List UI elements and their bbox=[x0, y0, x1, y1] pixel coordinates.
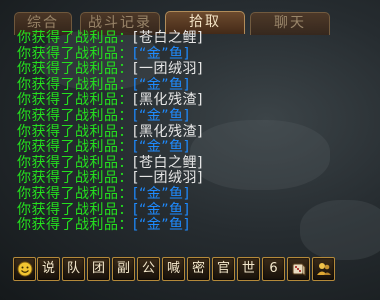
loot-message: 你获得了战利品：[“金”鱼] bbox=[17, 107, 357, 125]
loot-item-link[interactable]: [“金”鱼] bbox=[133, 217, 189, 233]
loot-item-link[interactable]: [“金”鱼] bbox=[133, 46, 189, 62]
loot-item-link[interactable]: [“金”鱼] bbox=[133, 77, 189, 93]
loot-item-link[interactable]: [黑化残渣] bbox=[133, 124, 203, 140]
chat-channel-bar: 说队团副公喊密官世6 bbox=[13, 257, 353, 281]
emote-button[interactable] bbox=[13, 257, 36, 281]
world-button[interactable]: 世 bbox=[237, 257, 260, 281]
loot-prefix: 你获得了战利品： bbox=[17, 76, 133, 93]
loot-item-link[interactable]: [一团绒羽] bbox=[133, 170, 203, 187]
loot-item-link[interactable]: [“金”鱼] bbox=[133, 186, 189, 202]
whisper-button[interactable]: 密 bbox=[187, 257, 210, 281]
smiley-icon bbox=[14, 261, 35, 277]
loot-item-link[interactable]: [“金”鱼] bbox=[133, 202, 189, 218]
loot-prefix: 你获得了战利品： bbox=[17, 139, 133, 156]
say-button[interactable]: 说 bbox=[37, 257, 60, 281]
officer-button[interactable]: 官 bbox=[212, 257, 235, 281]
loot-message: 你获得了战利品：[苍白之鲤] bbox=[17, 154, 357, 172]
loot-prefix: 你获得了战利品： bbox=[17, 61, 133, 78]
loot-log: 你获得了战利品：[苍白之鲤] 你获得了战利品：[“金”鱼] 你获得了战利品：[一团绒… bbox=[17, 30, 357, 234]
loot-prefix: 你获得了战利品： bbox=[17, 92, 133, 109]
loot-message: 你获得了战利品：[“金”鱼] bbox=[17, 185, 357, 203]
party-button[interactable]: 队 bbox=[62, 257, 85, 281]
loot-message: 你获得了战利品：[黑化残渣] bbox=[17, 123, 357, 141]
channel-6-button[interactable]: 6 bbox=[262, 257, 285, 281]
chat-tab-bar: 综合 战斗记录 拾取 聊天 bbox=[0, 0, 380, 35]
loot-message: 你获得了战利品：[黑化残渣] bbox=[17, 93, 357, 109]
loot-prefix: 你获得了战利品： bbox=[17, 185, 133, 202]
social-icon bbox=[313, 261, 334, 277]
loot-prefix: 你获得了战利品： bbox=[17, 123, 133, 140]
roll-button[interactable] bbox=[287, 257, 310, 281]
loot-message: 你获得了战利品：[“金”鱼] bbox=[17, 45, 357, 63]
loot-message: 你获得了战利品：[苍白之鲤] bbox=[17, 30, 357, 47]
loot-prefix: 你获得了战利品： bbox=[17, 30, 133, 46]
loot-message: 你获得了战利品：[“金”鱼] bbox=[17, 217, 357, 234]
loot-prefix: 你获得了战利品： bbox=[17, 170, 133, 187]
raid-button[interactable]: 团 bbox=[87, 257, 110, 281]
loot-message: 你获得了战利品：[一团绒羽] bbox=[17, 171, 357, 187]
loot-prefix: 你获得了战利品： bbox=[17, 154, 133, 171]
social-button[interactable] bbox=[312, 257, 335, 281]
loot-prefix: 你获得了战利品： bbox=[17, 201, 133, 218]
loot-item-link[interactable]: [“金”鱼] bbox=[133, 108, 189, 124]
loot-prefix: 你获得了战利品： bbox=[17, 217, 133, 234]
loot-message: 你获得了战利品：[一团绒羽] bbox=[17, 61, 357, 78]
yell-button[interactable]: 喊 bbox=[162, 257, 185, 281]
loot-item-link[interactable]: [苍白之鲤] bbox=[133, 30, 203, 46]
loot-message: 你获得了战利品：[“金”鱼] bbox=[17, 201, 357, 219]
loot-prefix: 你获得了战利品： bbox=[17, 107, 133, 124]
loot-item-link[interactable]: [黑化残渣] bbox=[133, 92, 203, 109]
dice-icon bbox=[288, 261, 309, 277]
loot-item-link[interactable]: [“金”鱼] bbox=[133, 139, 189, 155]
loot-item-link[interactable]: [苍白之鲤] bbox=[133, 155, 203, 171]
loot-item-link[interactable]: [一团绒羽] bbox=[133, 61, 203, 77]
loot-prefix: 你获得了战利品： bbox=[17, 45, 133, 62]
loot-message: 你获得了战利品：[“金”鱼] bbox=[17, 139, 357, 156]
guild-button[interactable]: 公 bbox=[137, 257, 160, 281]
instance-button[interactable]: 副 bbox=[112, 257, 135, 281]
